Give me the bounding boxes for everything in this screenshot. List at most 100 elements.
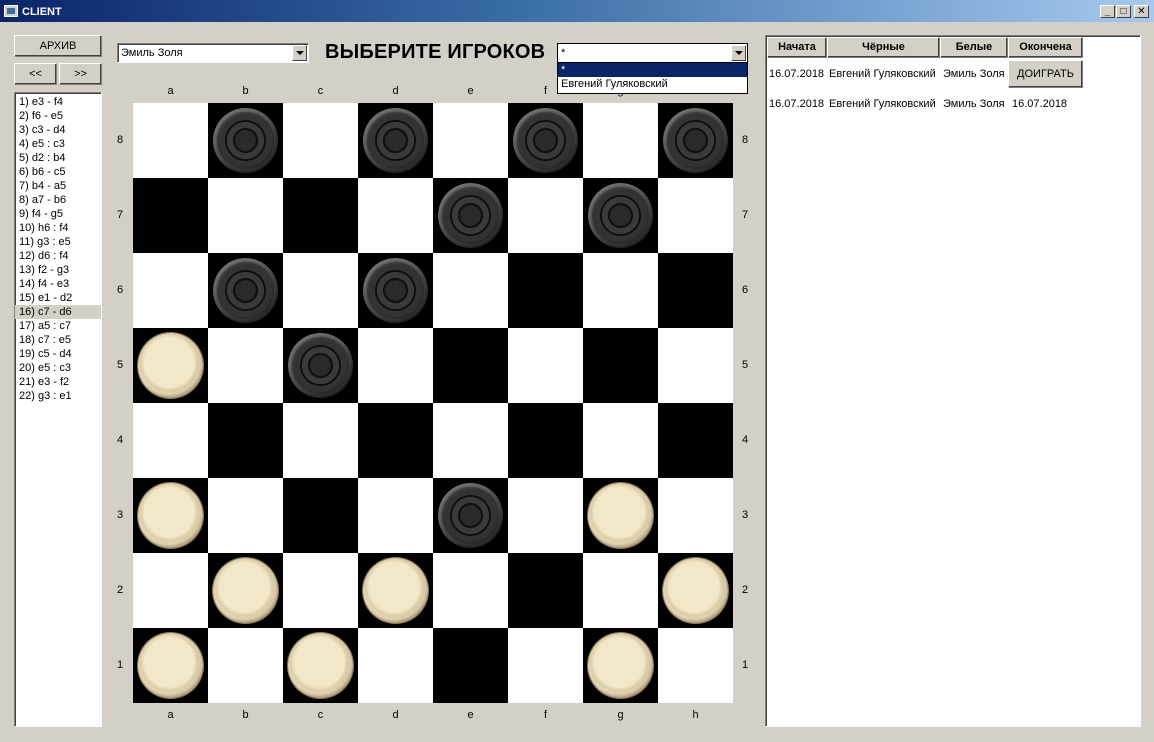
square-b8[interactable]: [208, 103, 283, 178]
square-g6[interactable]: [583, 253, 658, 328]
black-checker-piece[interactable]: [363, 108, 428, 173]
white-checker-piece[interactable]: [138, 483, 203, 548]
close-button[interactable]: ✕: [1134, 5, 1149, 18]
square-h5[interactable]: [658, 328, 733, 403]
square-d3[interactable]: [358, 478, 433, 553]
square-g8[interactable]: [583, 103, 658, 178]
move-list-item[interactable]: 5) d2 : b4: [15, 151, 101, 165]
moves-list[interactable]: 1) e3 - f4 2) f6 - e5 3) c3 - d4 4) e5 : c3…: [14, 92, 102, 727]
square-b1[interactable]: [208, 628, 283, 703]
square-e6[interactable]: [433, 253, 508, 328]
square-f3[interactable]: [508, 478, 583, 553]
square-h8[interactable]: [658, 103, 733, 178]
square-a2[interactable]: [133, 553, 208, 628]
square-c5[interactable]: [283, 328, 358, 403]
square-b6[interactable]: [208, 253, 283, 328]
black-checker-piece[interactable]: [213, 258, 278, 323]
prev-move-button[interactable]: <<: [14, 63, 57, 85]
square-g4[interactable]: [583, 403, 658, 478]
black-checker-piece[interactable]: [213, 108, 278, 173]
square-e1[interactable]: [433, 628, 508, 703]
column-header-black[interactable]: Чёрные: [827, 37, 940, 58]
square-e4[interactable]: [433, 403, 508, 478]
white-checker-piece[interactable]: [663, 558, 728, 623]
square-d8[interactable]: [358, 103, 433, 178]
square-h2[interactable]: [658, 553, 733, 628]
move-list-item[interactable]: 9) f4 - g5: [15, 207, 101, 221]
black-checker-piece[interactable]: [513, 108, 578, 173]
square-b4[interactable]: [208, 403, 283, 478]
square-f5[interactable]: [508, 328, 583, 403]
square-g2[interactable]: [583, 553, 658, 628]
square-h4[interactable]: [658, 403, 733, 478]
move-list-item[interactable]: 14) f4 - e3: [15, 277, 101, 291]
square-f8[interactable]: [508, 103, 583, 178]
column-header-white[interactable]: Белые: [940, 37, 1008, 58]
square-g3[interactable]: [583, 478, 658, 553]
white-checker-piece[interactable]: [588, 633, 653, 698]
move-list-item[interactable]: 19) c5 - d4: [15, 347, 101, 361]
black-checker-piece[interactable]: [288, 333, 353, 398]
square-a1[interactable]: [133, 628, 208, 703]
move-list-item[interactable]: 6) b6 - c5: [15, 165, 101, 179]
square-e7[interactable]: [433, 178, 508, 253]
move-list-item[interactable]: 15) e1 - d2: [15, 291, 101, 305]
archive-button[interactable]: АРХИВ: [14, 35, 102, 57]
move-list-item[interactable]: 12) d6 : f4: [15, 249, 101, 263]
square-b5[interactable]: [208, 328, 283, 403]
square-g1[interactable]: [583, 628, 658, 703]
square-f7[interactable]: [508, 178, 583, 253]
square-h7[interactable]: [658, 178, 733, 253]
white-player-select[interactable]: *: [557, 43, 748, 63]
square-c8[interactable]: [283, 103, 358, 178]
white-checker-piece[interactable]: [138, 333, 203, 398]
maximize-button[interactable]: □: [1116, 5, 1131, 18]
move-list-item[interactable]: 10) h6 : f4: [15, 221, 101, 235]
move-list-item[interactable]: 2) f6 - e5: [15, 109, 101, 123]
move-list-item[interactable]: 16) c7 - d6: [15, 305, 101, 319]
square-h1[interactable]: [658, 628, 733, 703]
black-checker-piece[interactable]: [363, 258, 428, 323]
move-list-item[interactable]: 11) g3 : e5: [15, 235, 101, 249]
chevron-down-icon[interactable]: [731, 45, 746, 61]
move-list-item[interactable]: 4) e5 : c3: [15, 137, 101, 151]
square-g7[interactable]: [583, 178, 658, 253]
square-c7[interactable]: [283, 178, 358, 253]
square-d5[interactable]: [358, 328, 433, 403]
square-f1[interactable]: [508, 628, 583, 703]
square-g5[interactable]: [583, 328, 658, 403]
square-e3[interactable]: [433, 478, 508, 553]
square-f6[interactable]: [508, 253, 583, 328]
move-list-item[interactable]: 7) b4 - a5: [15, 179, 101, 193]
square-d4[interactable]: [358, 403, 433, 478]
white-checker-piece[interactable]: [138, 633, 203, 698]
square-a4[interactable]: [133, 403, 208, 478]
square-c1[interactable]: [283, 628, 358, 703]
chevron-down-icon[interactable]: [292, 45, 307, 61]
black-checker-piece[interactable]: [438, 483, 503, 548]
white-checker-piece[interactable]: [213, 558, 278, 623]
white-player-dropdown[interactable]: * Евгений Гуляковский: [557, 62, 748, 94]
checkers-board[interactable]: [133, 103, 733, 703]
dropdown-option[interactable]: Евгений Гуляковский: [558, 77, 747, 91]
move-list-item[interactable]: 13) f2 - g3: [15, 263, 101, 277]
move-list-item[interactable]: 22) g3 : e1: [15, 389, 101, 403]
square-c6[interactable]: [283, 253, 358, 328]
square-a6[interactable]: [133, 253, 208, 328]
square-a7[interactable]: [133, 178, 208, 253]
square-a3[interactable]: [133, 478, 208, 553]
continue-game-button[interactable]: ДОИГРАТЬ: [1008, 60, 1083, 88]
square-d6[interactable]: [358, 253, 433, 328]
square-b3[interactable]: [208, 478, 283, 553]
move-list-item[interactable]: 3) c3 - d4: [15, 123, 101, 137]
square-d1[interactable]: [358, 628, 433, 703]
square-e8[interactable]: [433, 103, 508, 178]
square-h3[interactable]: [658, 478, 733, 553]
black-checker-piece[interactable]: [588, 183, 653, 248]
white-checker-piece[interactable]: [288, 633, 353, 698]
white-checker-piece[interactable]: [363, 558, 428, 623]
black-checker-piece[interactable]: [438, 183, 503, 248]
dropdown-option[interactable]: *: [558, 63, 747, 77]
minimize-button[interactable]: _: [1100, 5, 1115, 18]
column-header-started[interactable]: Начата: [767, 37, 827, 58]
